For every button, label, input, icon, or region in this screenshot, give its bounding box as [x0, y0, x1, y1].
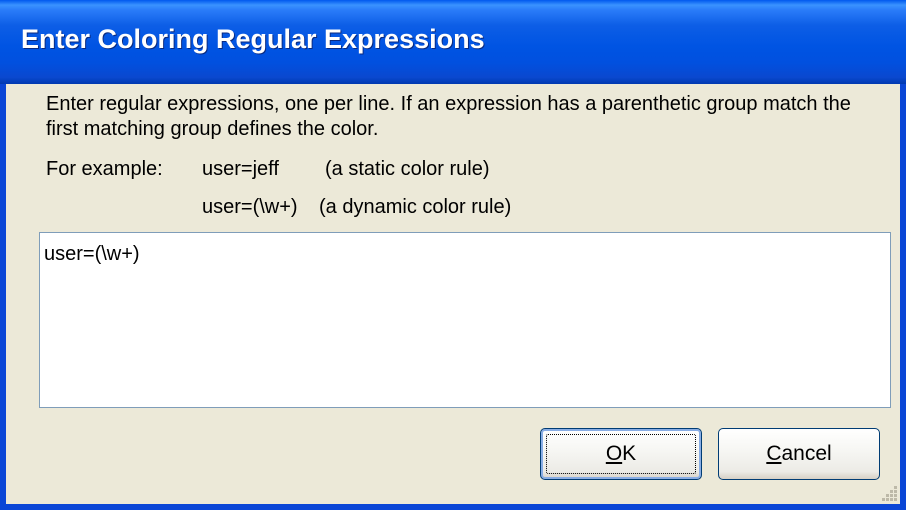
example-static-desc: (a static color rule): [325, 158, 490, 180]
title-bar[interactable]: Enter Coloring Regular Expressions: [0, 0, 906, 84]
cancel-label-rest: ancel: [781, 442, 832, 465]
cancel-button[interactable]: Cancel: [718, 428, 880, 480]
expressions-textarea[interactable]: user=(\w+): [39, 232, 891, 408]
example-static-code: user=jeff: [202, 158, 279, 180]
dialog-window: Enter Coloring Regular Expressions Enter…: [0, 0, 906, 510]
instructions-text: Enter regular expressions, one per line.…: [46, 93, 851, 140]
resize-grip-icon[interactable]: [882, 486, 898, 502]
cancel-accel-key: C: [766, 442, 782, 465]
dialog-client-area: Enter regular expressions, one per line.…: [6, 84, 900, 504]
example-dynamic-desc: (a dynamic color rule): [319, 196, 512, 218]
example-label: For example:: [46, 158, 163, 180]
window-title: Enter Coloring Regular Expressions: [21, 24, 485, 54]
example-dynamic-code: user=(\w+): [202, 196, 298, 218]
focus-rect: [546, 434, 696, 474]
ok-button[interactable]: OK: [540, 428, 702, 480]
